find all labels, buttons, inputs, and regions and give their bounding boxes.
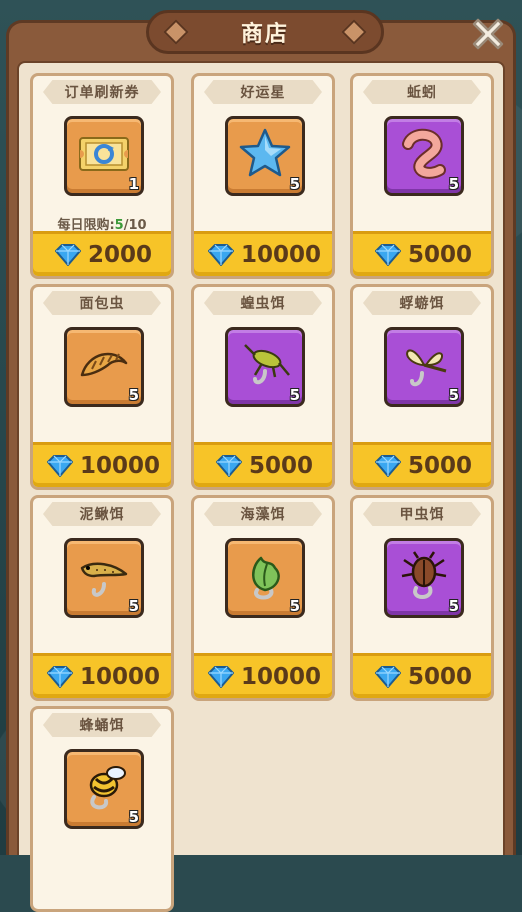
item-name-tab: 订单刷新券 xyxy=(43,80,161,104)
item-icon-box: 5 xyxy=(384,538,464,618)
gem-icon xyxy=(205,665,237,689)
page-title: 商店 xyxy=(240,22,289,47)
item-quantity: 5 xyxy=(448,597,459,615)
item-name: 好运星 xyxy=(240,85,286,101)
item-price: 10000 xyxy=(240,664,322,690)
buy-button[interactable]: 2000 xyxy=(33,231,171,276)
item-name: 面包虫 xyxy=(79,296,125,312)
gem-icon xyxy=(213,454,245,478)
lucky-star-icon xyxy=(235,124,295,188)
gem-icon xyxy=(44,665,76,689)
item-name-tab: 泥鳅饵 xyxy=(43,502,161,526)
item-icon-box: 5 xyxy=(64,538,144,618)
item-price: 5000 xyxy=(248,453,313,479)
item-price: 5000 xyxy=(407,242,472,268)
item-icon-box: 5 xyxy=(225,116,305,196)
item-quantity: 5 xyxy=(128,386,139,404)
item-name-tab: 蜂蛹饵 xyxy=(43,713,161,737)
item-name: 蚯蚓 xyxy=(407,85,437,101)
item-icon-box: 5 xyxy=(225,538,305,618)
buy-button[interactable]: 10000 xyxy=(194,231,332,276)
shop-item-card[interactable]: 蜂蛹饵 5 xyxy=(30,706,174,912)
gem-icon xyxy=(205,243,237,267)
item-name-tab: 蜉蝣饵 xyxy=(363,291,481,315)
buy-button[interactable]: 10000 xyxy=(33,653,171,698)
item-price: 10000 xyxy=(79,664,161,690)
shop-item-card[interactable]: 好运星 5 10000 xyxy=(191,73,335,279)
item-name-tab: 好运星 xyxy=(204,80,322,104)
item-name: 泥鳅饵 xyxy=(79,507,125,523)
gem-icon xyxy=(372,243,404,267)
buy-button[interactable]: 5000 xyxy=(194,442,332,487)
item-price: 10000 xyxy=(79,453,161,479)
gem-icon xyxy=(372,665,404,689)
shop-item-card[interactable]: 面包虫 5 10000 xyxy=(30,284,174,490)
shop-item-card[interactable]: 订单刷新券 1 每日限购:5/10 2000 xyxy=(30,73,174,279)
seaweed-bait-icon xyxy=(235,546,295,610)
shop-item-card[interactable]: 蜉蝣饵 5 5000 xyxy=(350,284,494,490)
gem-icon xyxy=(372,454,404,478)
buy-button[interactable]: 10000 xyxy=(194,653,332,698)
shop-item-card[interactable]: 海藻饵 5 10000 xyxy=(191,495,335,701)
item-name-tab: 蝗虫饵 xyxy=(204,291,322,315)
gem-icon xyxy=(52,243,84,267)
shop-item-card[interactable]: 蝗虫饵 5 5000 xyxy=(191,284,335,490)
close-icon xyxy=(472,18,504,50)
item-quantity: 5 xyxy=(289,175,300,193)
shop-item-card[interactable]: 泥鳅饵 5 10000 xyxy=(30,495,174,701)
item-quantity: 1 xyxy=(128,175,139,193)
title-banner: 商店 xyxy=(146,10,384,54)
item-name-tab: 甲虫饵 xyxy=(363,502,481,526)
item-quantity: 5 xyxy=(448,175,459,193)
item-name: 蜂蛹饵 xyxy=(79,718,125,734)
item-name-tab: 海藻饵 xyxy=(204,502,322,526)
item-name: 蝗虫饵 xyxy=(240,296,286,312)
item-icon-box: 5 xyxy=(64,327,144,407)
loach-bait-icon xyxy=(74,546,134,610)
item-icon-box: 5 xyxy=(384,116,464,196)
item-price: 5000 xyxy=(407,664,472,690)
item-quantity: 5 xyxy=(289,386,300,404)
item-icon-box: 5 xyxy=(384,327,464,407)
item-name: 蜉蝣饵 xyxy=(399,296,445,312)
mealworm-icon xyxy=(74,335,134,399)
item-price: 10000 xyxy=(240,242,322,268)
item-icon-box: 5 xyxy=(64,749,144,829)
buy-button[interactable]: 5000 xyxy=(353,231,491,276)
mayfly-bait-icon xyxy=(394,335,454,399)
item-quantity: 5 xyxy=(128,597,139,615)
item-name: 订单刷新券 xyxy=(64,85,140,101)
beetle-bait-icon xyxy=(394,546,454,610)
locust-bait-icon xyxy=(235,335,295,399)
item-quantity: 5 xyxy=(289,597,300,615)
shop-item-card[interactable]: 蚯蚓 5 5000 xyxy=(350,73,494,279)
item-name-tab: 面包虫 xyxy=(43,291,161,315)
earthworm-icon xyxy=(394,124,454,188)
item-quantity: 5 xyxy=(128,808,139,826)
shop-item-card[interactable]: 甲虫饵 5 5000 xyxy=(350,495,494,701)
buy-button[interactable]: 5000 xyxy=(353,653,491,698)
item-price: 2000 xyxy=(87,242,152,268)
item-price: 5000 xyxy=(407,453,472,479)
item-name: 甲虫饵 xyxy=(399,507,445,523)
close-button[interactable] xyxy=(462,8,514,60)
item-icon-box: 5 xyxy=(225,327,305,407)
refresh-ticket-icon xyxy=(74,124,134,188)
item-icon-box: 1 xyxy=(64,116,144,196)
item-name: 海藻饵 xyxy=(240,507,286,523)
bee-pupa-bait-icon xyxy=(74,757,134,821)
gem-icon xyxy=(44,454,76,478)
item-name-tab: 蚯蚓 xyxy=(363,80,481,104)
item-quantity: 5 xyxy=(448,386,459,404)
buy-button[interactable]: 5000 xyxy=(353,442,491,487)
buy-button[interactable]: 10000 xyxy=(33,442,171,487)
